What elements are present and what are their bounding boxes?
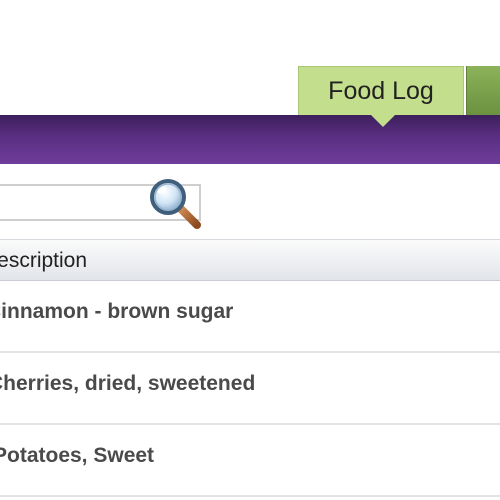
tab-food-log-label: Food Log (328, 76, 434, 105)
table-row[interactable]: Cinnamon - brown sugar (0, 281, 500, 353)
header-bar (0, 115, 500, 164)
table-header: Description (0, 239, 500, 281)
row-description: Potatoes, Sweet (0, 444, 155, 467)
row-description: Cinnamon - brown sugar (0, 300, 234, 323)
table-row[interactable]: Cherries, dried, sweetened (0, 353, 500, 425)
tab-food-log[interactable]: Food Log (298, 66, 464, 115)
tab-next[interactable] (466, 66, 500, 115)
column-header-description[interactable]: Description (0, 249, 87, 273)
table-row[interactable]: Potatoes, Sweet (0, 425, 500, 497)
search-input[interactable] (0, 188, 152, 217)
row-description: Cherries, dried, sweetened (0, 372, 256, 395)
active-tab-pointer (371, 115, 395, 127)
search-icon[interactable] (146, 176, 204, 232)
